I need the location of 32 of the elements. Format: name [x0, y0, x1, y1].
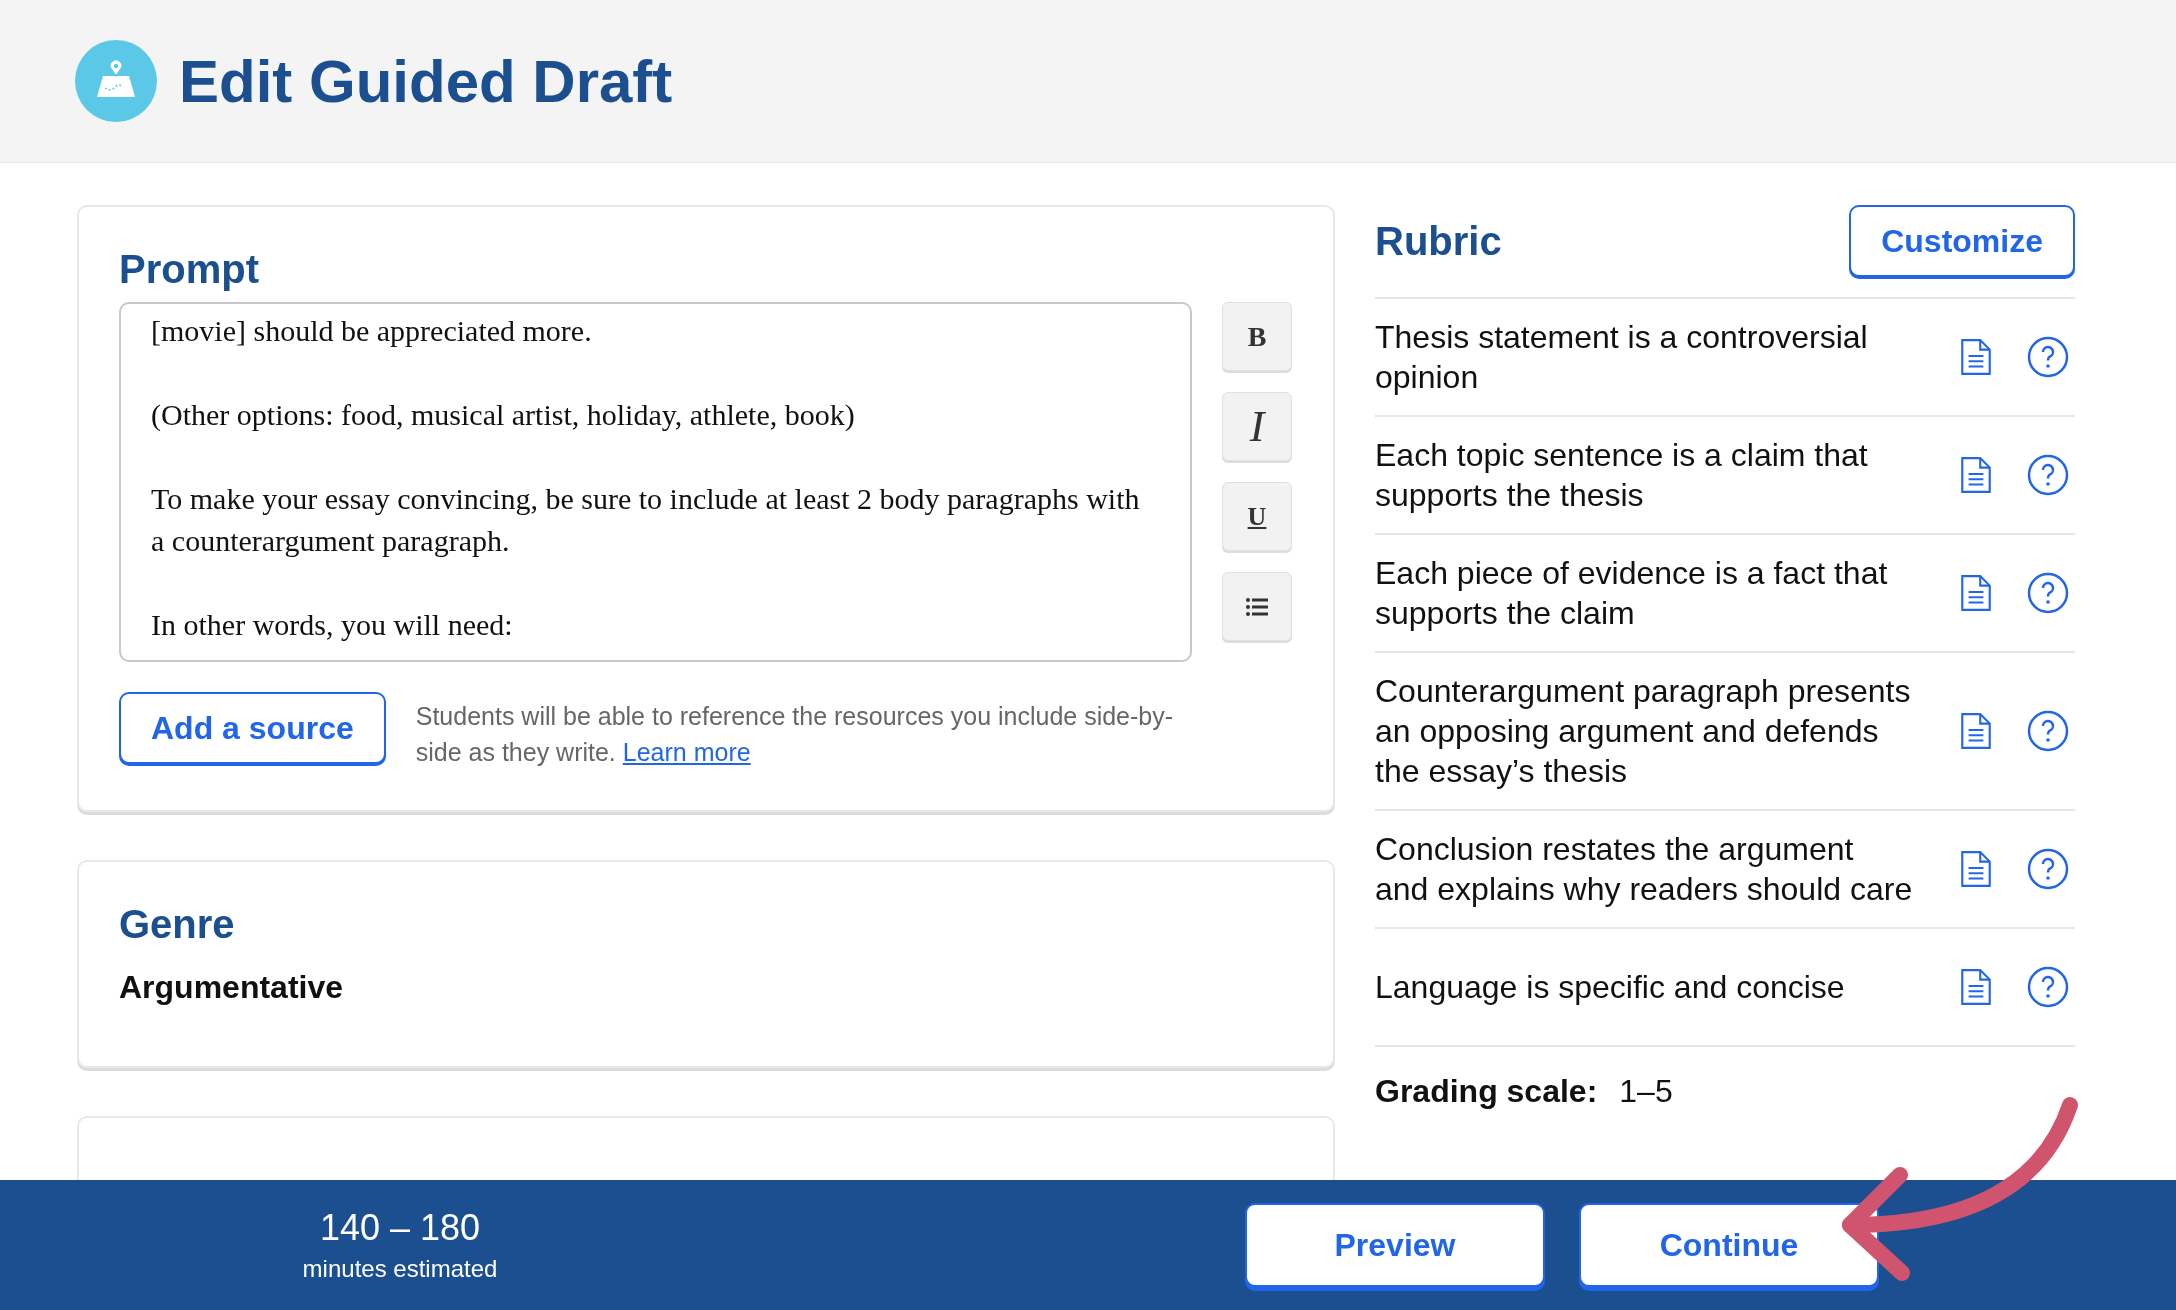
genre-value: Argumentative: [119, 969, 345, 1006]
criterion-text: Conclusion restates the argument and explains why readers should care: [1375, 830, 1914, 909]
section-heading: Prompt: [119, 247, 260, 292]
customize-button[interactable]: Customize: [1849, 205, 2075, 277]
help-icon[interactable]: [2027, 848, 2069, 890]
help-text: Students will be able to reference the resources you include side-by-side as they write. Learn more: [415, 701, 1175, 768]
learn-more-link[interactable]: Learn more: [622, 738, 751, 766]
criterion-text: Language is specific and concise: [1375, 968, 1846, 1007]
bullet-list-icon: [1246, 597, 1268, 616]
map-logo-icon: [75, 40, 157, 122]
estimate-caption: minutes estimated: [302, 1255, 498, 1283]
help-icon[interactable]: [2027, 336, 2069, 378]
page-title: Edit Guided Draft: [179, 46, 673, 116]
criterion-text: Thesis statement is a controversial opinion: [1375, 318, 1869, 397]
criterion-text: Each topic sentence is a claim that supports the thesis: [1375, 436, 1869, 515]
criterion-text: Each piece of evidence is a fact that supports the claim: [1375, 554, 1889, 633]
criterion-text: Counterargument paragraph presents an opposing argument and defends the essay’s thesis: [1375, 672, 1912, 791]
section-heading: Genre: [119, 902, 236, 947]
help-icon[interactable]: [2027, 454, 2069, 496]
grading-scale-value: 1–5: [1619, 1073, 1673, 1110]
help-icon[interactable]: [2027, 710, 2069, 752]
rubric-heading: Rubric: [1375, 218, 1502, 264]
list-button[interactable]: [1222, 572, 1292, 641]
italic-button[interactable]: I: [1222, 392, 1292, 461]
underline-button[interactable]: U: [1222, 482, 1292, 551]
help-icon[interactable]: [2027, 966, 2069, 1008]
prompt-editor[interactable]: [movie] should be appreciated more. (Other options: food, musical artist, holiday, athlete, book) To make your essay convincing, be sure to include at least 2 body paragraphs with a counterargument paragraph. In other words, you will need:: [119, 302, 1192, 662]
grading-scale-label: Grading scale:: [1375, 1073, 1598, 1110]
bold-button[interactable]: B: [1222, 302, 1292, 371]
time-estimate: 140 – 180: [319, 1207, 481, 1249]
help-icon[interactable]: [2027, 572, 2069, 614]
add-source-button[interactable]: Add a source: [119, 692, 386, 764]
